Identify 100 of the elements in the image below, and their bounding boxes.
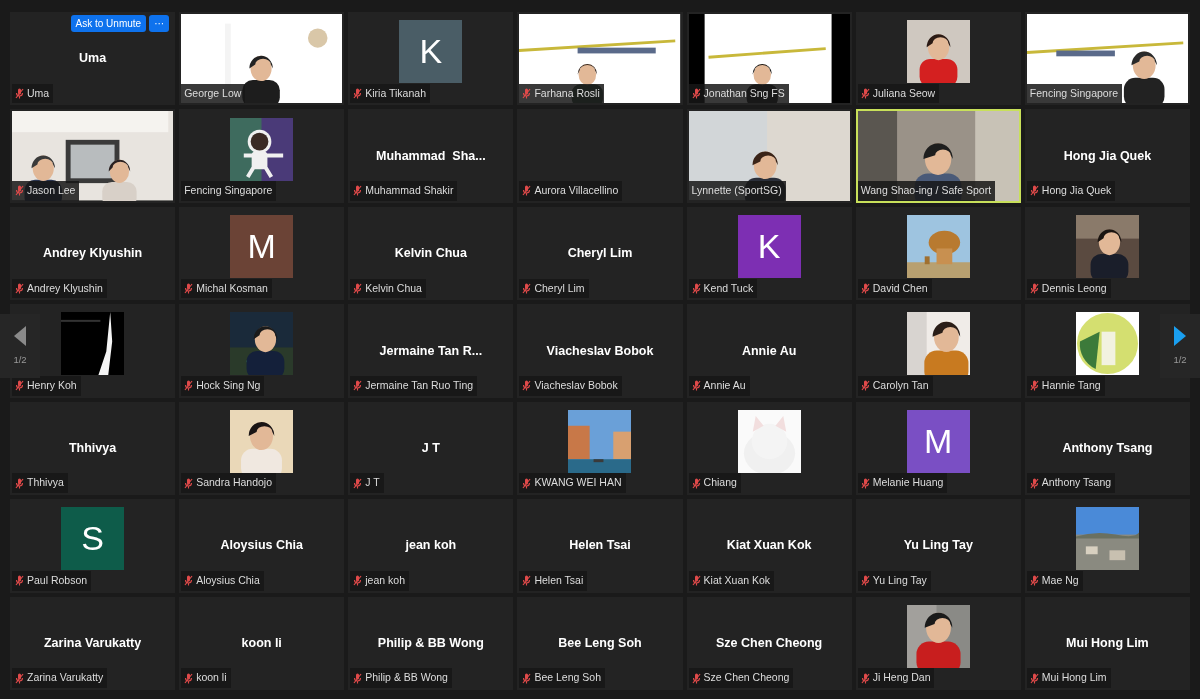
participant-label: Muhammad Shakir bbox=[365, 183, 454, 199]
participant-label: Aloysius Chia bbox=[196, 572, 260, 588]
muted-mic-icon bbox=[15, 185, 24, 197]
muted-mic-icon bbox=[184, 672, 194, 684]
participant-name: jean koh bbox=[405, 537, 457, 555]
muted-mic-icon bbox=[15, 282, 24, 294]
muted-mic-icon bbox=[691, 380, 701, 392]
page-indicator: 1/2 bbox=[1173, 352, 1187, 367]
muted-mic-icon bbox=[15, 672, 24, 684]
participant-label: Hong Jia Quek bbox=[1041, 183, 1112, 199]
muted-mic-icon bbox=[184, 282, 194, 294]
muted-mic-icon bbox=[184, 477, 194, 489]
participant-name: Helen Tsai bbox=[569, 537, 631, 555]
participant-name: J T bbox=[421, 440, 440, 458]
muted-mic-icon bbox=[691, 282, 701, 294]
muted-mic-icon bbox=[860, 282, 870, 294]
ask-to-unmute-button[interactable]: Ask to Unmute bbox=[70, 15, 147, 32]
muted-mic-icon bbox=[1029, 477, 1039, 489]
muted-mic-icon bbox=[522, 380, 532, 392]
participant-label: Michal Kosman bbox=[196, 280, 268, 296]
participant-label: Yu Ling Tay bbox=[872, 572, 927, 588]
muted-mic-icon bbox=[353, 282, 363, 294]
participant-name: Thhivya bbox=[68, 440, 117, 458]
participant-name: Annie Au bbox=[741, 342, 797, 360]
muted-mic-icon bbox=[522, 477, 532, 489]
muted-mic-icon bbox=[860, 477, 870, 489]
muted-mic-icon bbox=[353, 672, 363, 684]
participant-label: Kiria Tikanah bbox=[365, 85, 426, 101]
participant-name: Hong Jia Quek bbox=[1063, 147, 1152, 165]
participant-label: Sandra Handojo bbox=[196, 475, 273, 491]
muted-mic-icon bbox=[522, 88, 532, 100]
muted-mic-icon bbox=[691, 575, 701, 587]
participant-label: KWANG WEI HAN bbox=[534, 475, 622, 491]
participant-label: David Chen bbox=[872, 280, 928, 296]
participant-label: Jermaine Tan Ruo Ting bbox=[365, 377, 474, 393]
participant-label: Anthony Tsang bbox=[1041, 475, 1112, 491]
participant-label: Henry Koh bbox=[27, 377, 77, 393]
participant-name: Sze Chen Cheong bbox=[716, 634, 823, 652]
muted-mic-icon bbox=[184, 380, 194, 392]
muted-mic-icon bbox=[15, 477, 24, 489]
more-options-button[interactable]: ··· bbox=[149, 15, 170, 32]
participant-label: Fencing Singapore bbox=[1029, 85, 1118, 101]
participant-label: Wang Shao-ing / Safe Sport bbox=[860, 183, 992, 199]
avatar-initial: K bbox=[737, 215, 801, 279]
muted-mic-icon bbox=[860, 380, 870, 392]
participant-label: Chiang bbox=[703, 475, 737, 491]
participant-label: Lynnette (SportSG) bbox=[691, 183, 782, 199]
participant-label: Sze Chen Cheong bbox=[703, 670, 790, 686]
muted-mic-icon bbox=[1029, 672, 1039, 684]
participant-label: Farhana Rosli bbox=[534, 85, 600, 101]
participant-name: Kelvin Chua bbox=[394, 245, 467, 263]
participant-label: Viacheslav Bobok bbox=[534, 377, 618, 393]
muted-mic-icon bbox=[691, 672, 701, 684]
participant-label: Jonathan Sng FS bbox=[703, 85, 785, 101]
muted-mic-icon bbox=[1029, 575, 1039, 587]
participant-name: Mui Hong Lim bbox=[1066, 634, 1149, 652]
muted-mic-icon bbox=[522, 185, 532, 197]
muted-mic-icon bbox=[15, 575, 24, 587]
participant-name: Viacheslav Bobok bbox=[546, 342, 654, 360]
participant-label: Kelvin Chua bbox=[365, 280, 422, 296]
participant-label: Paul Robson bbox=[27, 572, 88, 588]
participant-name: koon li bbox=[241, 634, 282, 652]
avatar-initial: K bbox=[399, 20, 463, 84]
muted-mic-icon bbox=[1029, 282, 1039, 294]
participant-name: Yu Ling Tay bbox=[903, 537, 973, 555]
avatar-initial: S bbox=[61, 507, 125, 571]
participant-label: George Low bbox=[184, 85, 242, 101]
participant-label: Jason Lee bbox=[27, 183, 76, 199]
participant-name: Bee Leng Soh bbox=[558, 634, 642, 652]
participant-name: Anthony Tsang bbox=[1062, 440, 1153, 458]
muted-mic-icon bbox=[15, 88, 24, 100]
participant-label: J T bbox=[365, 475, 380, 491]
participant-label: koon li bbox=[196, 670, 227, 686]
muted-mic-icon bbox=[1029, 380, 1039, 392]
participant-name: Jermaine Tan R... bbox=[379, 342, 483, 360]
participant-name: Andrey Klyushin bbox=[42, 245, 143, 263]
avatar-initial: M bbox=[906, 409, 970, 473]
participant-label: Zarina Varukatty bbox=[27, 670, 104, 686]
muted-mic-icon bbox=[15, 380, 24, 392]
muted-mic-icon bbox=[353, 88, 363, 100]
muted-mic-icon bbox=[353, 575, 363, 587]
muted-mic-icon bbox=[522, 575, 532, 587]
participant-label: Annie Au bbox=[703, 377, 746, 393]
participant-label: Dennis Leong bbox=[1041, 280, 1107, 296]
participant-name: Muhammad Sha... bbox=[375, 147, 486, 165]
participant-name: Aloysius Chia bbox=[220, 537, 304, 555]
muted-mic-icon bbox=[353, 185, 363, 197]
participant-name: Cheryl Lim bbox=[567, 245, 633, 263]
muted-mic-icon bbox=[691, 88, 701, 100]
participant-label: Mui Hong Lim bbox=[1041, 670, 1107, 686]
participant-name: Kiat Xuan Kok bbox=[726, 537, 812, 555]
muted-mic-icon bbox=[691, 477, 701, 489]
next-page-icon[interactable] bbox=[1172, 324, 1188, 347]
participant-label: Aurora Villacellino bbox=[534, 183, 619, 199]
participant-label: Bee Leng Soh bbox=[534, 670, 601, 686]
participant-label: Carolyn Tan bbox=[872, 377, 929, 393]
muted-mic-icon bbox=[184, 575, 194, 587]
participant-label: Philip & BB Wong bbox=[365, 670, 448, 686]
participant-label: Melanie Huang bbox=[872, 475, 944, 491]
participant-label: Kend Tuck bbox=[703, 280, 754, 296]
